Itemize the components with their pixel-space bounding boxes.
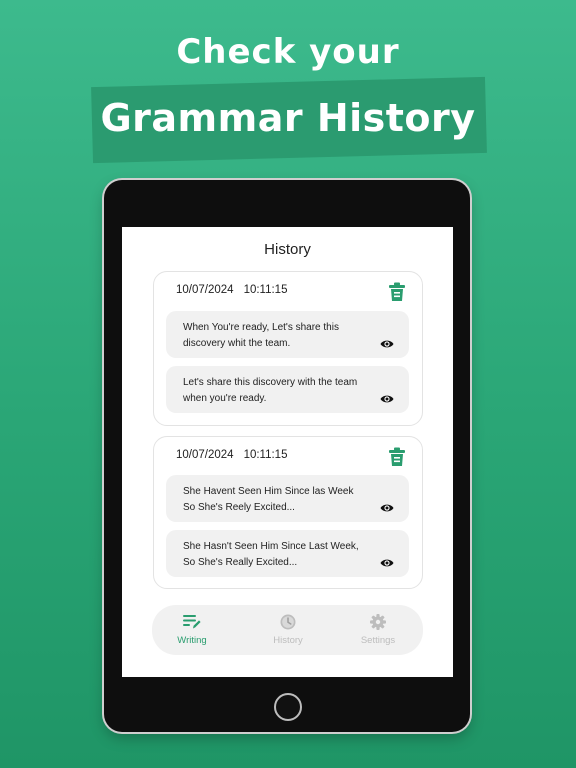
app-screen: History 10/07/2024 10:11:15 When You're r…: [122, 227, 453, 677]
history-card: 10/07/2024 10:11:15 She Havent Seen Him S…: [153, 436, 423, 589]
nav-item-writing[interactable]: Writing: [152, 605, 232, 655]
gear-icon: [370, 614, 386, 630]
card-time: 10:11:15: [243, 449, 288, 461]
nav-label: Writing: [177, 635, 207, 646]
eye-icon[interactable]: [380, 503, 394, 513]
history-entry-corrected[interactable]: She Hasn't Seen Him Since Last Week, So …: [166, 530, 409, 577]
tablet-frame: History 10/07/2024 10:11:15 When You're r…: [104, 180, 470, 732]
history-card: 10/07/2024 10:11:15 When You're ready, Le…: [153, 271, 423, 426]
writing-icon: [183, 615, 201, 629]
card-timestamp: 10/07/2024 10:11:15: [176, 449, 287, 461]
headline-main: Grammar History: [100, 96, 476, 140]
eye-icon[interactable]: [380, 394, 394, 404]
history-entry-original[interactable]: When You're ready, Let's share this disc…: [166, 311, 409, 358]
nav-item-settings[interactable]: Settings: [338, 605, 418, 655]
page-title: History: [264, 241, 311, 258]
card-time: 10:11:15: [243, 284, 288, 296]
card-timestamp: 10/07/2024 10:11:15: [176, 284, 287, 296]
bottom-nav: Writing History Settings: [152, 605, 423, 655]
nav-label: Settings: [360, 635, 396, 646]
home-button[interactable]: [274, 693, 302, 721]
entry-text: When You're ready, Let's share this disc…: [183, 322, 339, 349]
nav-label: History: [273, 635, 303, 646]
card-date: 10/07/2024: [176, 449, 234, 461]
history-entry-corrected[interactable]: Let's share this discovery with the team…: [166, 366, 409, 413]
eye-icon[interactable]: [380, 339, 394, 349]
eye-icon[interactable]: [380, 558, 394, 568]
headline-top: Check your: [176, 32, 400, 72]
nav-item-history[interactable]: History: [248, 605, 328, 655]
card-date: 10/07/2024: [176, 284, 234, 296]
trash-icon[interactable]: [388, 447, 406, 467]
entry-text: She Havent Seen Him Since las Week So Sh…: [183, 486, 354, 513]
history-entry-original[interactable]: She Havent Seen Him Since las Week So Sh…: [166, 475, 409, 522]
entry-text: Let's share this discovery with the team…: [183, 377, 358, 404]
clock-icon: [280, 614, 296, 630]
entry-text: She Hasn't Seen Him Since Last Week, So …: [183, 541, 359, 568]
trash-icon[interactable]: [388, 282, 406, 302]
